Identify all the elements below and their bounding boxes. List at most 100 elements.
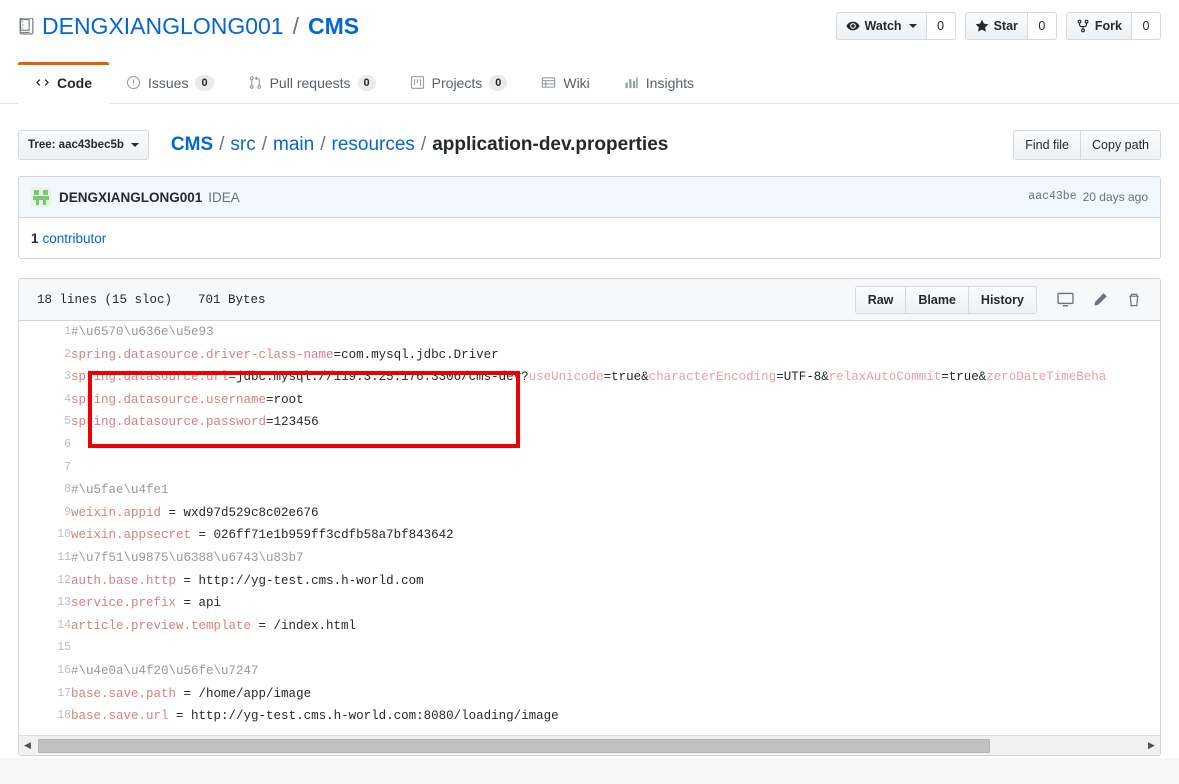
repo-header: DENGXIANGLONG001 / CMS Watch 0: [0, 0, 1179, 62]
code-token-val: 026ff71e1b959ff3cdfb58a7bf843642: [214, 528, 454, 542]
tab-pull-requests-label: Pull requests: [270, 75, 351, 91]
tab-projects[interactable]: Projects 0: [393, 62, 525, 103]
tab-pull-requests[interactable]: Pull requests 0: [231, 62, 393, 103]
tab-issues[interactable]: Issues 0: [109, 62, 231, 103]
code-token-key: spring.datasource.password: [71, 415, 266, 429]
latest-commit-box: DENGXIANGLONG001 IDEA aac43be 20 days ag…: [18, 176, 1161, 259]
history-button[interactable]: History: [968, 286, 1037, 314]
line-number[interactable]: 5: [19, 411, 71, 434]
file-action-buttons: Raw Blame History: [855, 286, 1150, 314]
star-button[interactable]: Star: [965, 12, 1027, 40]
line-number[interactable]: 1: [19, 321, 71, 344]
horizontal-scrollbar[interactable]: ◀ ▶: [19, 735, 1160, 755]
line-number[interactable]: 13: [19, 592, 71, 615]
code-line: 2spring.datasource.driver-class-name=com…: [19, 344, 1160, 367]
eye-icon: [846, 19, 860, 33]
code-token-att: relaxAutoCommit: [829, 370, 942, 384]
branch-tree-label: Tree: aac43bec5b: [28, 139, 124, 151]
breadcrumb-part-main[interactable]: main: [273, 133, 314, 157]
line-content: auth.base.http = http://yg-test.cms.h-wo…: [71, 570, 1160, 593]
wiki-icon: [541, 75, 556, 90]
scrollbar-track[interactable]: [36, 737, 1143, 755]
line-content: service.prefix = api: [71, 592, 1160, 615]
copy-path-button[interactable]: Copy path: [1080, 130, 1161, 160]
path-action-buttons: Find file Copy path: [1013, 130, 1161, 160]
line-number[interactable]: 16: [19, 660, 71, 683]
line-number[interactable]: 4: [19, 389, 71, 412]
line-content: #\u5fae\u4fe1: [71, 479, 1160, 502]
blame-button[interactable]: Blame: [905, 286, 968, 314]
tab-insights[interactable]: Insights: [607, 62, 711, 103]
code-token-key: spring.datasource.url: [71, 370, 229, 384]
fork-label: Fork: [1095, 20, 1122, 33]
line-content: spring.datasource.password=123456: [71, 411, 1160, 434]
code-token-eq: =: [266, 415, 274, 429]
line-number[interactable]: 12: [19, 570, 71, 593]
tab-code[interactable]: Code: [18, 62, 109, 103]
line-number[interactable]: 9: [19, 502, 71, 525]
code-token-comment: #\u7f51\u9875\u6388\u6743\u83b7: [71, 551, 304, 565]
line-number[interactable]: 6: [19, 434, 71, 457]
scroll-right-arrow-icon[interactable]: ▶: [1143, 737, 1160, 755]
tab-wiki[interactable]: Wiki: [524, 62, 606, 103]
watch-button[interactable]: Watch: [836, 12, 926, 40]
latest-commit-row: DENGXIANGLONG001 IDEA aac43be 20 days ag…: [19, 177, 1160, 218]
line-number[interactable]: 7: [19, 457, 71, 480]
branch-tree-button[interactable]: Tree: aac43bec5b: [18, 130, 149, 160]
code-token-eq: =: [334, 348, 342, 362]
tab-code-label: Code: [57, 75, 92, 91]
watch-count[interactable]: 0: [926, 12, 956, 40]
commit-message[interactable]: IDEA: [208, 190, 240, 205]
line-number[interactable]: 18: [19, 705, 71, 728]
pencil-icon[interactable]: [1092, 292, 1108, 308]
fork-count[interactable]: 0: [1131, 12, 1161, 40]
repo-separator: /: [293, 12, 299, 40]
code-table: 1#\u6570\u636e\u5e932spring.datasource.d…: [19, 321, 1160, 728]
code-token-eq: =: [191, 528, 214, 542]
trash-icon[interactable]: [1126, 292, 1142, 308]
line-number[interactable]: 10: [19, 524, 71, 547]
star-count[interactable]: 0: [1027, 12, 1057, 40]
breadcrumb-root[interactable]: CMS: [171, 133, 213, 157]
desktop-download-icon[interactable]: [1057, 291, 1074, 308]
breadcrumb-part-resources[interactable]: resources: [332, 133, 415, 157]
file-toolbar: 18 lines (15 sloc) 701 Bytes Raw Blame H…: [19, 279, 1160, 321]
insights-icon: [624, 75, 639, 90]
contributor-label: contributor: [43, 231, 107, 246]
line-number[interactable]: 11: [19, 547, 71, 570]
code-token-eq: =: [161, 506, 184, 520]
contributor-count: 1: [31, 231, 39, 246]
code-line: 18base.save.url = http://yg-test.cms.h-w…: [19, 705, 1160, 728]
code-viewer[interactable]: 1#\u6570\u636e\u5e932spring.datasource.d…: [19, 321, 1160, 735]
breadcrumb-slash: /: [320, 133, 325, 157]
scrollbar-thumb[interactable]: [38, 739, 990, 753]
code-token-val: /index.html: [274, 619, 357, 633]
file-stats: 18 lines (15 sloc) 701 Bytes: [29, 293, 266, 307]
repo-owner-link[interactable]: DENGXIANGLONG001: [42, 12, 284, 40]
code-token-val: true&: [949, 370, 987, 384]
raw-blame-history-group: Raw Blame History: [855, 286, 1037, 314]
breadcrumb-part-src[interactable]: src: [230, 133, 255, 157]
raw-button[interactable]: Raw: [855, 286, 906, 314]
star-button-group: Star 0: [965, 12, 1057, 40]
line-number[interactable]: 3: [19, 366, 71, 389]
contributors-row[interactable]: 1 contributor: [19, 218, 1160, 258]
code-token-val: api: [199, 596, 222, 610]
line-number[interactable]: 8: [19, 479, 71, 502]
line-number[interactable]: 14: [19, 615, 71, 638]
repo-social-actions: Watch 0 Star 0: [836, 12, 1161, 40]
line-number[interactable]: 15: [19, 637, 71, 660]
line-content: spring.datasource.driver-class-name=com.…: [71, 344, 1160, 367]
fork-button[interactable]: Fork: [1066, 12, 1131, 40]
scroll-left-arrow-icon[interactable]: ◀: [19, 737, 36, 755]
code-token-att: characterEncoding: [649, 370, 777, 384]
breadcrumb-current-file: application-dev.properties: [432, 133, 668, 157]
code-token-key: spring.datasource.username: [71, 393, 266, 407]
line-number[interactable]: 2: [19, 344, 71, 367]
line-number[interactable]: 17: [19, 683, 71, 706]
commit-author[interactable]: DENGXIANGLONG001: [59, 190, 202, 205]
code-token-eq: =: [266, 393, 274, 407]
commit-sha[interactable]: aac43be: [1028, 190, 1076, 204]
repo-name-link[interactable]: CMS: [308, 12, 359, 40]
find-file-button[interactable]: Find file: [1013, 130, 1080, 160]
